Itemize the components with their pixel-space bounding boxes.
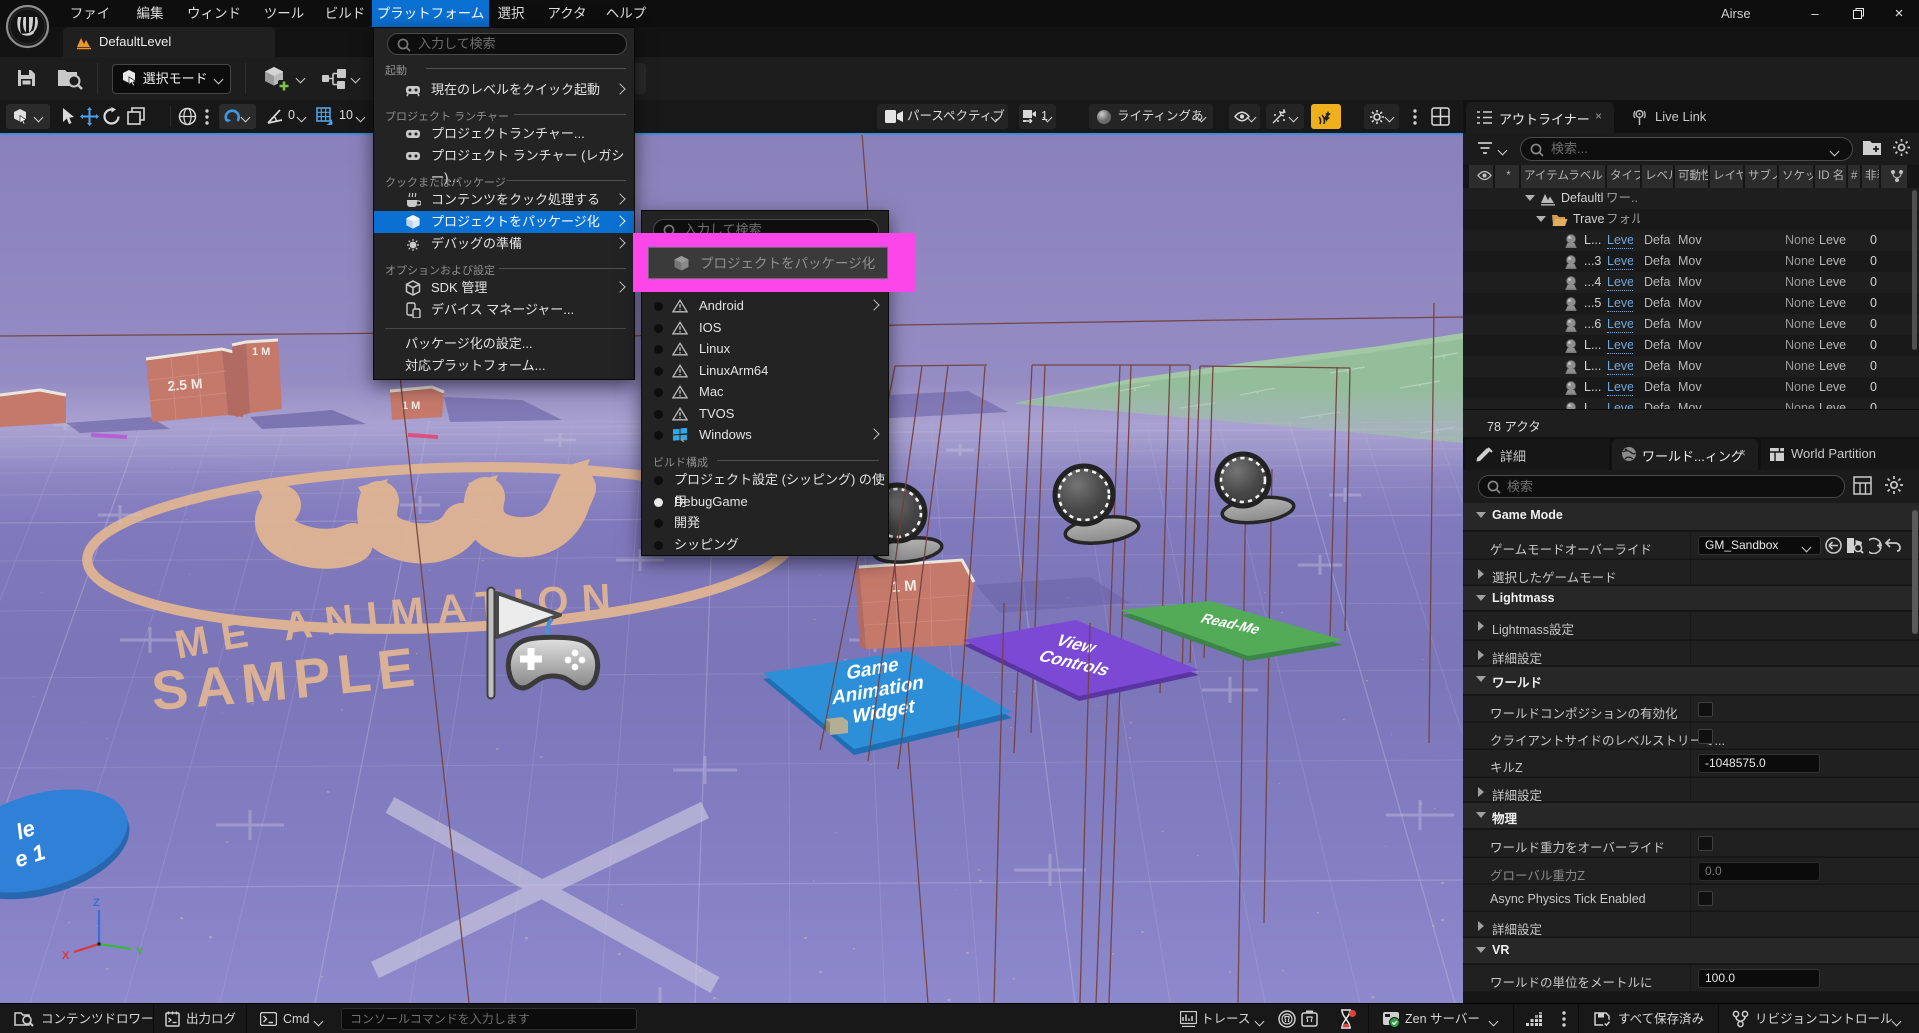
svg-text:1 M: 1 M — [891, 577, 917, 596]
svg-text:1 M: 1 M — [252, 346, 270, 358]
svg-text:X: X — [62, 950, 70, 962]
svg-text:1 M: 1 M — [402, 400, 420, 412]
svg-text:Y: Y — [136, 946, 144, 958]
svg-text:Z: Z — [93, 897, 100, 909]
